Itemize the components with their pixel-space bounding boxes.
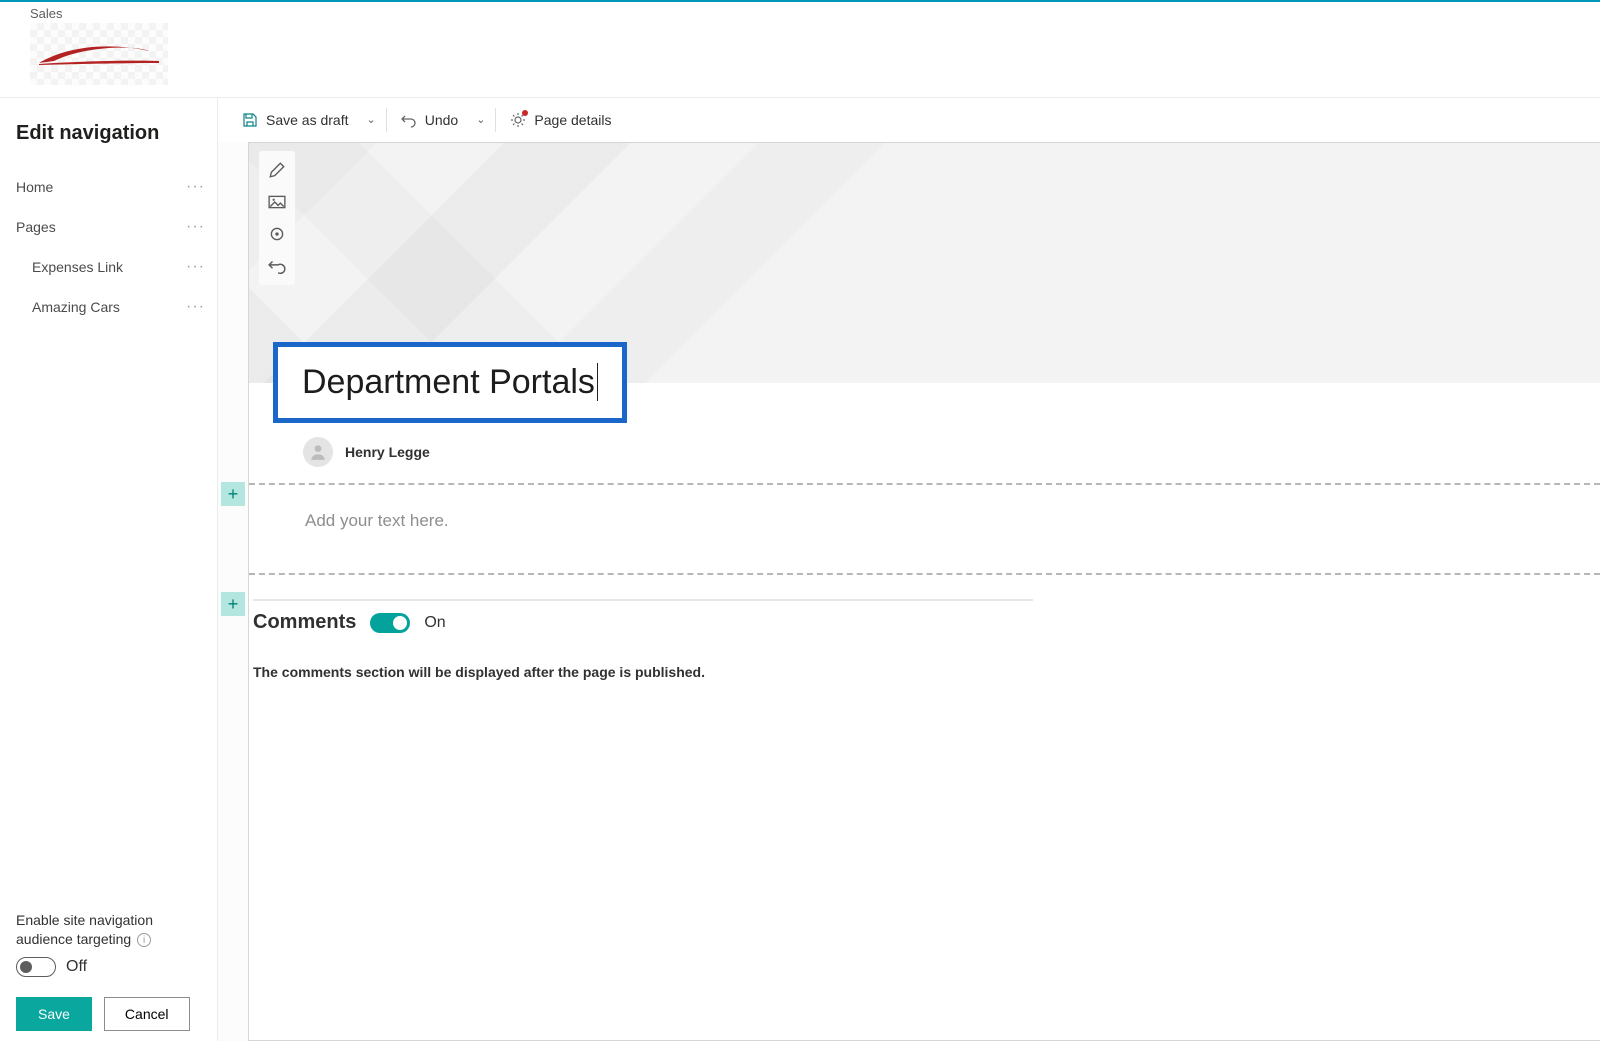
comments-toggle[interactable] xyxy=(370,613,410,633)
nav-item-label: Expenses Link xyxy=(32,259,123,275)
undo-button[interactable]: Undo xyxy=(391,106,468,134)
cancel-button[interactable]: Cancel xyxy=(104,997,190,1031)
nav-item-home[interactable]: Home ··· xyxy=(16,167,205,207)
cmd-label: Undo xyxy=(425,112,458,128)
more-icon[interactable]: ··· xyxy=(186,218,205,236)
focal-point-icon[interactable] xyxy=(268,225,286,243)
comments-toggle-state: On xyxy=(424,614,445,632)
comments-heading: Comments xyxy=(253,611,356,634)
nav-item-pages[interactable]: Pages ··· xyxy=(16,207,205,247)
avatar xyxy=(303,437,333,467)
nav-item-amazing-cars[interactable]: Amazing Cars ··· xyxy=(16,287,205,327)
author-name: Henry Legge xyxy=(345,444,430,460)
title-area[interactable]: Department Portals xyxy=(249,143,1600,383)
edit-navigation-panel: Edit navigation Home ··· Pages ··· Expen… xyxy=(0,98,218,1041)
add-section-button[interactable]: + xyxy=(221,592,245,616)
site-header: Sales xyxy=(0,2,1600,98)
more-icon[interactable]: ··· xyxy=(186,298,205,316)
edit-icon[interactable] xyxy=(268,161,286,179)
undo-chevron[interactable]: ⌄ xyxy=(470,113,491,126)
comments-section: Comments On The comments section will be… xyxy=(249,575,1600,700)
save-icon xyxy=(242,112,258,128)
site-logo[interactable] xyxy=(30,23,168,85)
page-canvas: Department Portals Henry Legge Add your … xyxy=(248,142,1600,1041)
page-details-button[interactable]: Page details xyxy=(500,106,621,134)
info-icon[interactable]: i xyxy=(137,933,151,947)
title-toolbar xyxy=(259,151,295,285)
save-as-draft-button[interactable]: Save as draft xyxy=(232,106,359,134)
page-title-input[interactable]: Department Portals xyxy=(273,342,627,423)
more-icon[interactable]: ··· xyxy=(186,178,205,196)
audience-toggle[interactable] xyxy=(16,957,56,977)
comments-note: The comments section will be displayed a… xyxy=(253,664,1592,680)
command-bar: Save as draft ⌄ Undo ⌄ Page details xyxy=(218,98,1600,142)
cmd-label: Page details xyxy=(534,112,611,128)
nav-item-label: Amazing Cars xyxy=(32,299,120,315)
car-logo-icon xyxy=(34,34,164,74)
reset-icon[interactable] xyxy=(268,257,286,275)
audience-targeting-block: Enable site navigation audience targetin… xyxy=(16,907,205,991)
add-section-button[interactable]: + xyxy=(221,482,245,506)
person-icon xyxy=(309,443,327,461)
page-title-text: Department Portals xyxy=(302,363,595,401)
notification-dot-icon xyxy=(522,110,528,116)
cmd-label: Save as draft xyxy=(266,112,349,128)
nav-item-expenses-link[interactable]: Expenses Link ··· xyxy=(16,247,205,287)
save-button[interactable]: Save xyxy=(16,997,92,1031)
text-placeholder: Add your text here. xyxy=(305,511,449,530)
nav-item-label: Home xyxy=(16,179,53,195)
panel-title: Edit navigation xyxy=(16,122,205,145)
audience-toggle-state: Off xyxy=(66,958,87,976)
section-add-rail: + + xyxy=(218,142,248,1041)
text-webpart[interactable]: Add your text here. xyxy=(249,485,1600,557)
image-icon[interactable] xyxy=(268,193,286,211)
more-icon[interactable]: ··· xyxy=(186,258,205,276)
audience-label: Enable site navigation audience targetin… xyxy=(16,912,153,947)
nav-item-label: Pages xyxy=(16,219,56,235)
undo-icon xyxy=(401,112,417,128)
site-label: Sales xyxy=(30,6,1600,21)
save-draft-chevron[interactable]: ⌄ xyxy=(361,113,382,126)
